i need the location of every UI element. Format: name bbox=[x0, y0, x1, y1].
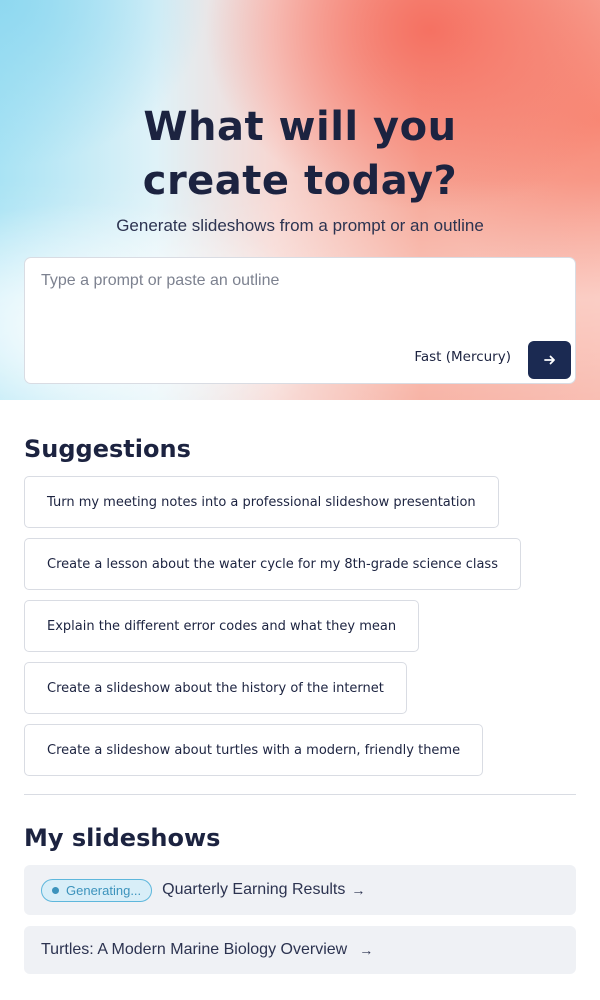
suggestion-chip[interactable]: Create a lesson about the water cycle fo… bbox=[24, 538, 521, 590]
slideshow-item[interactable]: Turtles: A Modern Marine Biology Overvie… bbox=[24, 926, 576, 974]
suggestion-chip[interactable]: Explain the different error codes and wh… bbox=[24, 600, 420, 652]
arrow-right-icon: → bbox=[359, 942, 374, 958]
submit-button[interactable] bbox=[528, 341, 571, 379]
suggestion-chip[interactable]: Create a slideshow about the history of … bbox=[24, 662, 407, 714]
arrow-right-icon bbox=[543, 355, 555, 365]
status-badge-label: Generating... bbox=[66, 882, 142, 898]
suggestion-chip[interactable]: Create a slideshow about turtles with a … bbox=[24, 724, 484, 776]
section-divider bbox=[24, 794, 576, 795]
my-slideshows-heading: My slideshows bbox=[24, 824, 221, 852]
status-dot-icon bbox=[52, 886, 59, 894]
model-selector[interactable]: Fast (Mercury) bbox=[414, 349, 511, 365]
suggestions-heading: Suggestions bbox=[24, 435, 191, 463]
page-title: What will you create today? bbox=[142, 104, 458, 204]
prompt-input[interactable] bbox=[41, 272, 561, 332]
slideshow-title: Quarterly Earning Results bbox=[162, 881, 346, 898]
page: What will you create today? Generate sli… bbox=[0, 0, 600, 1000]
slideshow-title: Turtles: A Modern Marine Biology Overvie… bbox=[41, 941, 348, 958]
status-badge: Generating... bbox=[41, 878, 153, 902]
suggestion-chip[interactable]: Turn my meeting notes into a professiona… bbox=[24, 476, 499, 528]
page-subtitle: Generate slideshows from a prompt or an … bbox=[116, 216, 484, 235]
prompt-box: Fast (Mercury) bbox=[24, 257, 576, 384]
arrow-right-icon: → bbox=[351, 882, 366, 898]
slideshow-item[interactable]: Generating... Quarterly Earning Results … bbox=[24, 865, 576, 915]
